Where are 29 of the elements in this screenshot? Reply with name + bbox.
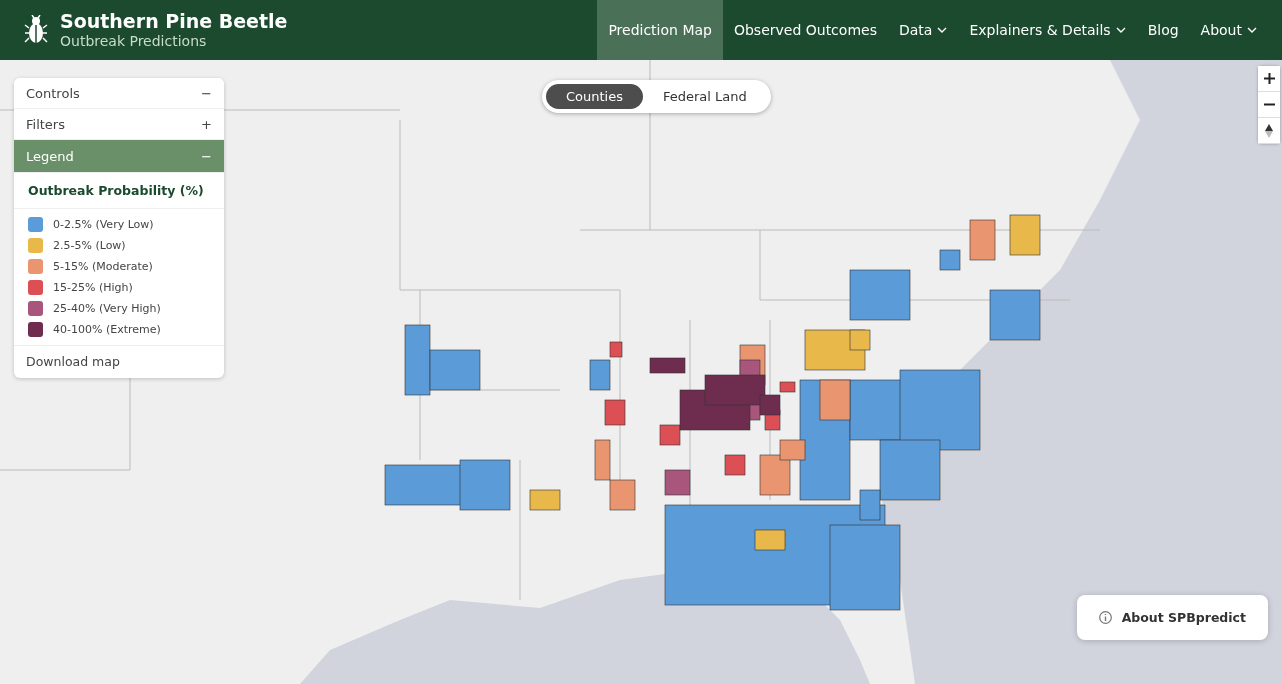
download-map-link[interactable]: Download map xyxy=(14,346,224,378)
legend-label: 15-25% (High) xyxy=(53,281,133,294)
legend-label: 5-15% (Moderate) xyxy=(53,260,153,273)
compass-icon xyxy=(1265,123,1273,138)
nav-link[interactable]: Observed Outcomes xyxy=(722,0,888,60)
legend-label: 0-2.5% (Very Low) xyxy=(53,218,154,231)
nav-link[interactable]: About xyxy=(1189,0,1268,60)
layer-tab[interactable]: Federal Land xyxy=(643,84,767,109)
minus-icon xyxy=(1263,103,1275,106)
nav-link[interactable]: Blog xyxy=(1136,0,1190,60)
legend-title: Outbreak Probability (%) xyxy=(14,173,224,209)
legend-label: 40-100% (Extreme) xyxy=(53,323,161,336)
panel-section-header[interactable]: Legend − xyxy=(14,140,224,173)
layer-tab[interactable]: Counties xyxy=(546,84,643,109)
legend-label: 2.5-5% (Low) xyxy=(53,239,126,252)
legend-label: 25-40% (Very High) xyxy=(53,302,161,315)
zoom-in-button[interactable] xyxy=(1258,66,1280,92)
about-button[interactable]: About SPBpredict xyxy=(1076,595,1268,640)
site-title: Southern Pine Beetle xyxy=(60,10,288,32)
beetle-icon xyxy=(24,15,48,45)
nav-link[interactable]: Prediction Map xyxy=(597,0,723,60)
info-icon xyxy=(1098,611,1112,624)
plus-icon xyxy=(1263,73,1275,84)
panel-section-header[interactable]: Controls − xyxy=(14,78,224,109)
nav-link[interactable]: Data xyxy=(887,0,959,60)
site-subtitle: Outbreak Predictions xyxy=(60,32,208,50)
panel-section-header[interactable]: Filters + xyxy=(14,109,224,140)
compass-button[interactable] xyxy=(1258,118,1280,144)
nav-link[interactable]: Explainers & Details xyxy=(958,0,1137,60)
